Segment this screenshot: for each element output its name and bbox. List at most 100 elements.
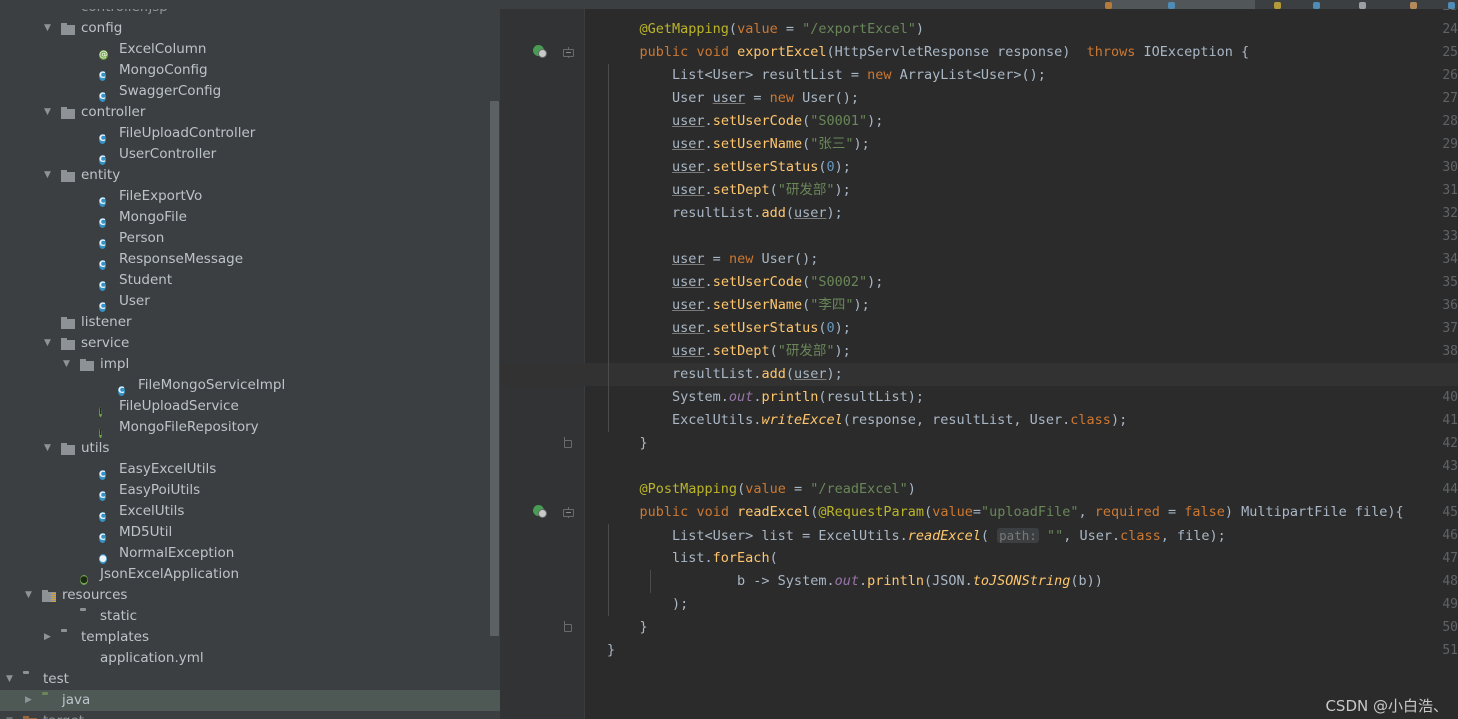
- tree-item-config[interactable]: ▼ config: [0, 18, 500, 39]
- code-line[interactable]: user.setUserCode("S0001");: [607, 110, 883, 133]
- tree-item-fileuploadcontroller[interactable]: C FileUploadController: [0, 123, 500, 144]
- chevron-down-icon[interactable]: ▼: [42, 18, 53, 39]
- tree-item-utils[interactable]: ▼ utils: [0, 438, 500, 459]
- code-line[interactable]: resultList.add(user);: [607, 202, 843, 225]
- fold-end-icon[interactable]: [564, 437, 573, 449]
- tree-item-listener[interactable]: listener: [0, 312, 500, 333]
- code-line[interactable]: List<User> resultList = new ArrayList<Us…: [607, 64, 1046, 87]
- chevron-down-icon[interactable]: ▼: [23, 585, 34, 606]
- tree-item-label: controller.jsp: [81, 9, 168, 18]
- tree-item-easyexcelutils[interactable]: C EasyExcelUtils: [0, 459, 500, 480]
- tree-item-student[interactable]: C Student: [0, 270, 500, 291]
- tree-item-user[interactable]: C User: [0, 291, 500, 312]
- class-icon: C: [99, 218, 106, 228]
- tree-item-service[interactable]: ▼ service: [0, 333, 500, 354]
- tree-item-label: User: [119, 293, 150, 309]
- chevron-down-icon[interactable]: ▼: [61, 354, 72, 375]
- toolbar-icon[interactable]: [1359, 2, 1366, 9]
- tree-item-mongofilerepository[interactable]: I MongoFileRepository: [0, 417, 500, 438]
- project-tool-window[interactable]: controller.jsp ▼ config @ ExcelColumn C MongoC…: [0, 9, 500, 719]
- chevron-down-icon[interactable]: ▼: [42, 333, 53, 354]
- toolbar-active-tab[interactable]: [1110, 0, 1255, 9]
- code-line[interactable]: @GetMapping(value = "/exportExcel"): [607, 18, 925, 41]
- class-icon: C: [99, 281, 106, 291]
- tree-item-controller-jsp[interactable]: controller.jsp: [0, 9, 500, 18]
- folder-icon: [61, 106, 75, 120]
- code-line[interactable]: b -> System.out.println(JSON.toJSONStrin…: [607, 570, 1103, 593]
- chevron-down-icon[interactable]: ▼: [4, 669, 15, 690]
- code-line[interactable]: user.setUserStatus(0);: [607, 156, 851, 179]
- tree-item-fileexportvo[interactable]: C FileExportVo: [0, 186, 500, 207]
- code-line[interactable]: user.setUserStatus(0);: [607, 317, 851, 340]
- code-line[interactable]: ExcelUtils.writeExcel(response, resultLi…: [607, 409, 1127, 432]
- tree-item-mongoconfig[interactable]: C MongoConfig: [0, 60, 500, 81]
- tree-item-static[interactable]: static: [0, 606, 500, 627]
- tree-item-excelutils[interactable]: C ExcelUtils: [0, 501, 500, 522]
- tree-item-responsemessage[interactable]: C ResponseMessage: [0, 249, 500, 270]
- code-line[interactable]: public void exportExcel(HttpServletRespo…: [607, 41, 1250, 64]
- tree-item-fileuploadservice[interactable]: I FileUploadService: [0, 396, 500, 417]
- run-gutter-icon[interactable]: [533, 45, 547, 59]
- tree-item-easypoiutils[interactable]: C EasyPoiUtils: [0, 480, 500, 501]
- chevron-down-icon[interactable]: ▼: [42, 165, 53, 186]
- tree-item-label: utils: [81, 440, 110, 456]
- code-line[interactable]: }: [607, 616, 648, 639]
- tree-item-swaggerconfig[interactable]: C SwaggerConfig: [0, 81, 500, 102]
- ide-window: controller.jsp ▼ config @ ExcelColumn C MongoC…: [0, 0, 1458, 719]
- chevron-right-icon[interactable]: ▶: [23, 690, 34, 711]
- source-code[interactable]: @GetMapping(value = "/exportExcel") publ…: [585, 9, 1458, 719]
- code-line[interactable]: List<User> list = ExcelUtils.readExcel( …: [607, 524, 1226, 547]
- run-gutter-icon[interactable]: [533, 505, 547, 519]
- tree-item-mongofile[interactable]: C MongoFile: [0, 207, 500, 228]
- tree-item-entity[interactable]: ▼ entity: [0, 165, 500, 186]
- tree-item-java[interactable]: ▶ java: [0, 690, 500, 711]
- code-line[interactable]: System.out.println(resultList);: [607, 386, 924, 409]
- tree-item-normalexception[interactable]: ● NormalException: [0, 543, 500, 564]
- tree-item-jsonexcelapplication[interactable]: ● JsonExcelApplication: [0, 564, 500, 585]
- code-line[interactable]: }: [607, 639, 615, 662]
- chevron-down-icon[interactable]: ▼: [42, 438, 53, 459]
- code-line[interactable]: user.setUserCode("S0002");: [607, 271, 883, 294]
- project-tree-scrollbar[interactable]: [490, 101, 499, 636]
- chevron-down-icon[interactable]: ▼: [4, 711, 15, 719]
- fold-open-icon[interactable]: [563, 47, 574, 58]
- fold-end-icon[interactable]: [564, 621, 573, 633]
- code-line[interactable]: user.setUserName("李四");: [607, 294, 870, 317]
- tree-item-excelcolumn[interactable]: @ ExcelColumn: [0, 39, 500, 60]
- code-line[interactable]: }: [607, 432, 648, 455]
- code-line[interactable]: user = new User();: [607, 248, 818, 271]
- code-line[interactable]: user.setDept("研发部");: [607, 179, 851, 202]
- code-line[interactable]: public void readExcel(@RequestParam(valu…: [607, 501, 1404, 524]
- tree-item-impl[interactable]: ▼ impl: [0, 354, 500, 375]
- code-editor[interactable]: 2324252627282930313233343536373839404142…: [500, 9, 1458, 719]
- toolbar-icon[interactable]: [1105, 2, 1112, 9]
- code-line[interactable]: User user = new User();: [607, 87, 859, 110]
- toolbar-icon[interactable]: [1410, 2, 1417, 9]
- code-line[interactable]: user.setUserName("张三");: [607, 133, 870, 156]
- tree-item-target[interactable]: ▼ target: [0, 711, 500, 719]
- tree-item-usercontroller[interactable]: C UserController: [0, 144, 500, 165]
- code-line[interactable]: list.forEach(: [607, 547, 778, 570]
- code-line[interactable]: @PostMapping(value = "/readExcel"): [607, 478, 916, 501]
- tree-item-controller[interactable]: ▼ controller: [0, 102, 500, 123]
- chevron-right-icon[interactable]: ▶: [42, 627, 53, 648]
- code-line[interactable]: user.setDept("研发部");: [607, 340, 851, 363]
- toolbar-icon[interactable]: [1274, 2, 1281, 9]
- tree-item-resources[interactable]: ▼ resources: [0, 585, 500, 606]
- fold-open-icon[interactable]: [563, 507, 574, 518]
- code-line[interactable]: resultList.add(user);: [607, 363, 843, 386]
- tree-item-md5util[interactable]: C MD5Util: [0, 522, 500, 543]
- tree-item-templates[interactable]: ▶ templates: [0, 627, 500, 648]
- toolbar-icon[interactable]: [1313, 2, 1320, 9]
- tree-item-test[interactable]: ▼ test: [0, 669, 500, 690]
- code-line[interactable]: );: [607, 593, 688, 616]
- chevron-down-icon[interactable]: ▼: [42, 102, 53, 123]
- tree-item-label: ExcelUtils: [119, 503, 185, 519]
- toolbar-icon[interactable]: [1448, 2, 1455, 9]
- file-icon: [61, 9, 75, 15]
- toolbar-icon[interactable]: [1168, 2, 1175, 9]
- tree-item-application-yml[interactable]: application.yml: [0, 648, 500, 669]
- tree-item-filemongoserviceimpl[interactable]: C FileMongoServiceImpl: [0, 375, 500, 396]
- tree-item-label: FileUploadController: [119, 125, 256, 141]
- tree-item-person[interactable]: C Person: [0, 228, 500, 249]
